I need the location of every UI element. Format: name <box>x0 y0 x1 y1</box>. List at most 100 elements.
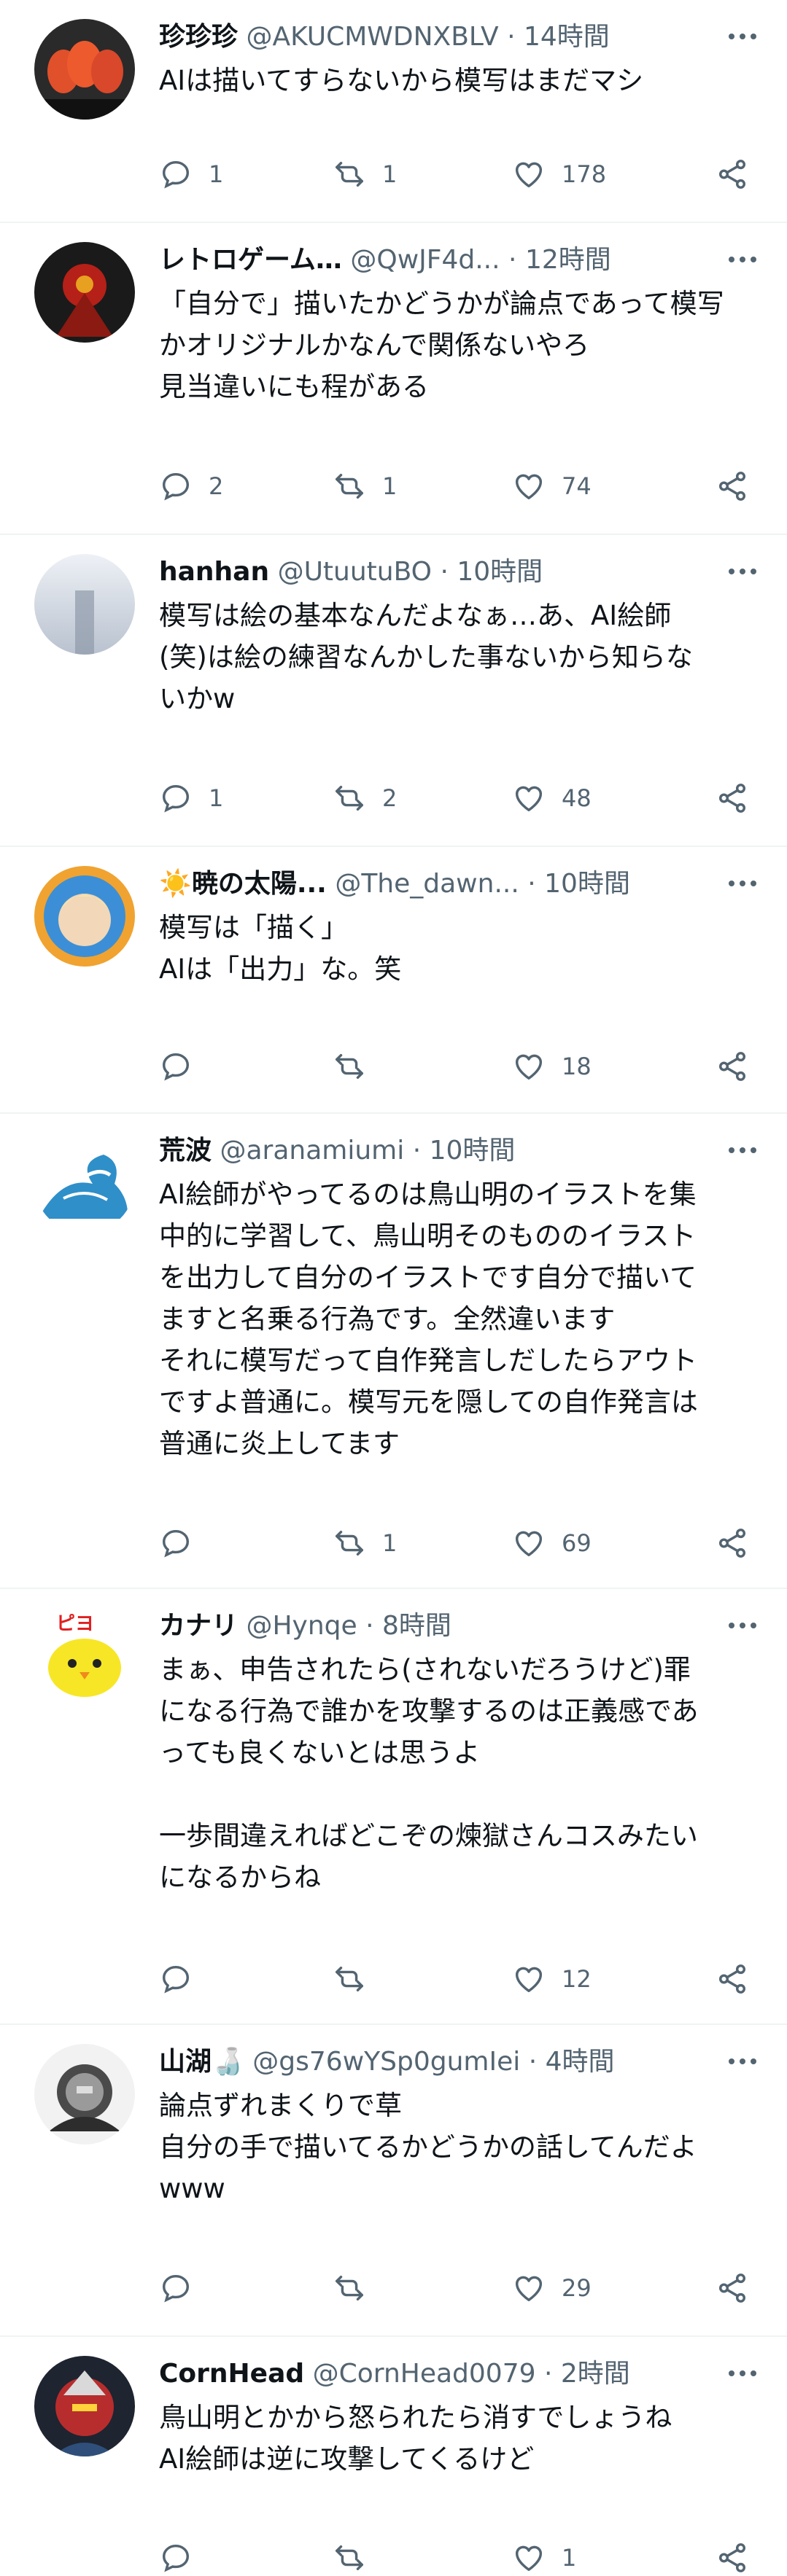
user-handle[interactable]: @gs76wYSp0gumIei <box>252 2047 520 2077</box>
reply-button[interactable]: 1 <box>159 156 223 192</box>
tweet[interactable]: 山湖🍶 @gs76wYSp0gumIei · 4時間 論点ずれまくりで草 自分の… <box>0 2025 787 2337</box>
user-handle[interactable]: @AKUCMWDNXBLV <box>246 22 498 52</box>
tweet[interactable]: hanhan @UtuutuBO · 10時間 模写は絵の基本なんだよなぁ…あ、… <box>0 535 787 847</box>
tweet[interactable]: 荒波 @aranamiumi · 10時間 AI絵師がやってるのは鳥山明のイラス… <box>0 1114 787 1589</box>
share-button[interactable] <box>716 1525 749 1561</box>
more-icon[interactable] <box>727 2050 758 2072</box>
more-icon[interactable] <box>727 872 758 894</box>
share-button[interactable] <box>716 468 749 504</box>
tweet-text: 鳥山明とかから怒られたら消すでしょうね AI絵師は逆に攻撃してくるけど <box>159 2402 672 2475</box>
separator-dot: · <box>527 869 536 899</box>
display-name[interactable]: 山湖🍶 <box>159 2047 244 2077</box>
reply-icon <box>159 1962 193 1996</box>
retweet-button[interactable]: 1 <box>333 1525 397 1561</box>
share-button[interactable] <box>716 156 749 192</box>
user-handle[interactable]: @QwJF4d... <box>350 245 500 275</box>
display-name[interactable]: CornHead <box>159 2359 304 2389</box>
user-handle[interactable]: @UtuutuBO <box>278 557 432 587</box>
display-name[interactable]: カナリ <box>159 1611 238 1641</box>
like-count: 48 <box>562 784 592 812</box>
more-icon[interactable] <box>727 25 758 47</box>
reply-button[interactable] <box>159 2540 209 2576</box>
timestamp[interactable]: 10時間 <box>544 869 630 899</box>
share-button[interactable] <box>716 1048 749 1085</box>
like-count: 74 <box>562 472 592 500</box>
timestamp[interactable]: 12時間 <box>525 245 611 275</box>
like-count: 178 <box>562 160 607 188</box>
timestamp[interactable]: 10時間 <box>430 1136 516 1166</box>
avatar[interactable] <box>34 554 135 655</box>
share-button[interactable] <box>716 1961 749 1997</box>
tweet[interactable]: レトロゲーム… @QwJF4d... · 12時間 「自分で」描いたかどうかが論… <box>0 223 787 535</box>
timestamp[interactable]: 14時間 <box>524 22 610 52</box>
share-button[interactable] <box>716 780 749 816</box>
timestamp[interactable]: 8時間 <box>382 1611 451 1641</box>
share-icon <box>716 1962 749 1996</box>
heart-icon <box>512 2271 546 2305</box>
display-name[interactable]: hanhan <box>159 557 269 587</box>
more-icon[interactable] <box>727 248 758 270</box>
avatar[interactable] <box>34 2356 135 2456</box>
retweet-button[interactable]: 1 <box>333 156 397 192</box>
user-handle[interactable]: @aranamiumi <box>220 1136 404 1166</box>
reply-button[interactable] <box>159 2270 209 2306</box>
avatar[interactable]: ピヨ <box>34 1608 135 1709</box>
retweet-button[interactable]: 2 <box>333 780 397 816</box>
like-button[interactable]: 74 <box>512 468 592 504</box>
more-icon[interactable] <box>727 2362 758 2384</box>
retweet-icon <box>333 781 366 815</box>
like-button[interactable]: 69 <box>512 1525 592 1561</box>
avatar[interactable] <box>34 2044 135 2144</box>
more-icon[interactable] <box>727 560 758 582</box>
like-count: 12 <box>562 1965 592 1993</box>
like-button[interactable]: 12 <box>512 1961 592 1997</box>
display-name[interactable]: 珍珍珍 <box>159 22 238 52</box>
separator-dot: · <box>365 1611 374 1641</box>
avatar[interactable] <box>34 242 135 343</box>
tweet[interactable]: 珍珍珍 @AKUCMWDNXBLV · 14時間 AIは描いてすらないから模写は… <box>0 0 787 223</box>
like-count: 18 <box>562 1053 592 1080</box>
action-bar: 1 1 178 <box>159 156 758 192</box>
reply-count: 2 <box>209 472 224 500</box>
avatar[interactable] <box>34 866 135 967</box>
tweet[interactable]: CornHead @CornHead0079 · 2時間 鳥山明とかから怒られた… <box>0 2337 787 2572</box>
timestamp[interactable]: 2時間 <box>561 2359 630 2389</box>
like-button[interactable]: 29 <box>512 2270 592 2306</box>
retweet-button[interactable] <box>333 2270 382 2306</box>
timestamp[interactable]: 4時間 <box>546 2047 615 2077</box>
retweet-button[interactable] <box>333 1048 382 1085</box>
like-button[interactable]: 1 <box>512 2540 576 2576</box>
retweet-button[interactable]: 1 <box>333 468 397 504</box>
more-icon[interactable] <box>727 1139 758 1160</box>
retweet-button[interactable] <box>333 1961 382 1997</box>
reply-button[interactable] <box>159 1048 209 1085</box>
reply-button[interactable]: 1 <box>159 780 223 816</box>
reply-button[interactable] <box>159 1525 209 1561</box>
reply-button[interactable] <box>159 1961 209 1997</box>
display-name[interactable]: 荒波 <box>159 1136 212 1166</box>
like-button[interactable]: 18 <box>512 1048 592 1085</box>
retweet-icon <box>333 1526 366 1560</box>
user-handle[interactable]: @Hynqe <box>246 1611 357 1641</box>
display-name[interactable]: ☀️暁の太陽... <box>159 869 327 899</box>
separator-dot: · <box>543 2359 553 2389</box>
avatar[interactable] <box>34 19 135 120</box>
user-handle[interactable]: @CornHead0079 <box>313 2359 536 2389</box>
share-icon <box>716 2541 749 2575</box>
tweet[interactable]: ☀️暁の太陽... @The_dawn... · 10時間 模写は「描く」 AI… <box>0 847 787 1114</box>
display-name[interactable]: レトロゲーム… <box>159 245 342 275</box>
share-icon <box>716 469 749 503</box>
share-button[interactable] <box>716 2540 749 2576</box>
timestamp[interactable]: 10時間 <box>457 557 543 587</box>
like-button[interactable]: 178 <box>512 156 606 192</box>
more-icon[interactable] <box>727 1614 758 1636</box>
reply-button[interactable]: 2 <box>159 468 223 504</box>
avatar[interactable] <box>34 1133 135 1233</box>
user-handle[interactable]: @The_dawn... <box>335 869 519 899</box>
tweet[interactable]: ピヨ カナリ @Hynqe · 8時間 まぁ、申告されたら(されないだろうけど)… <box>0 1589 787 2025</box>
action-bar: 1 2 48 <box>159 780 758 816</box>
share-button[interactable] <box>716 2270 749 2306</box>
like-button[interactable]: 48 <box>512 780 592 816</box>
retweet-button[interactable] <box>333 2540 382 2576</box>
retweet-icon <box>333 2541 366 2575</box>
